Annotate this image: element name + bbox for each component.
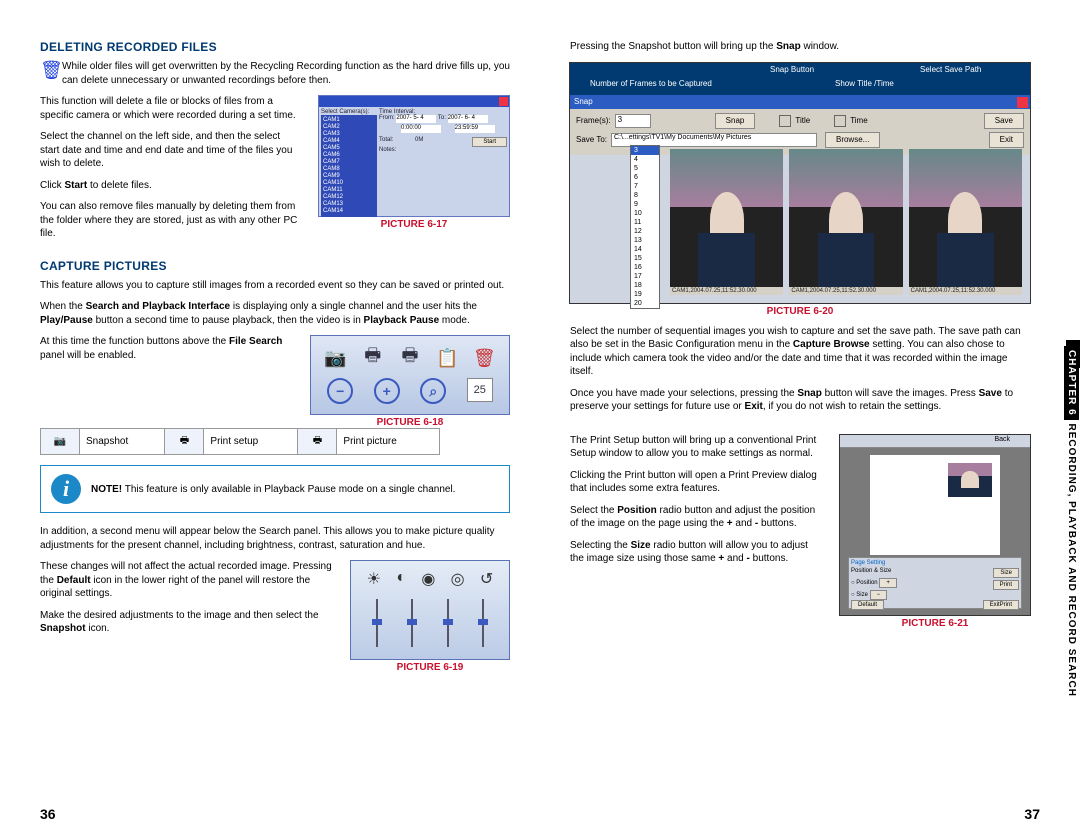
camera-icon: 📷	[54, 436, 66, 447]
icon-legend-table: 📷 Snapshot 🖶 Print setup 🖶 Print picture	[40, 428, 440, 455]
close-icon[interactable]	[499, 97, 508, 106]
close-icon[interactable]	[1017, 97, 1028, 108]
saturation-slider[interactable]	[447, 599, 449, 647]
info-icon: i	[51, 474, 81, 504]
browse-button[interactable]: Browse...	[825, 132, 880, 148]
from-date[interactable]: 2007- 5- 4	[396, 115, 436, 123]
snap-button[interactable]: Snap	[715, 113, 756, 129]
figure-6-17: Select Camera(s): CAM1CAM2CAM3CAM4CAM5CA…	[318, 95, 510, 249]
magnifier-icon[interactable]: ⌕	[420, 378, 446, 404]
para: The Print Setup button will bring up a c…	[570, 434, 824, 461]
start-button[interactable]: Start	[472, 137, 507, 147]
to-date[interactable]: 2007- 6- 4	[448, 115, 488, 123]
para: This feature allows you to capture still…	[40, 279, 510, 293]
para: While older files will get overwritten b…	[62, 60, 510, 87]
title-checkbox[interactable]	[779, 115, 791, 127]
saturation-icon[interactable]: ◉	[421, 569, 435, 589]
figure-6-20: Snap Button Select Save Path Number of F…	[570, 62, 1030, 317]
figure-6-21: Back Page Setting Position & Size Size ○…	[840, 434, 1030, 629]
para: These changes will not affect the actual…	[40, 560, 334, 601]
para: Clicking the Print button will open a Pr…	[570, 469, 824, 496]
para: In addition, a second menu will appear b…	[40, 525, 510, 552]
para: Selecting the Size radio button will all…	[570, 539, 824, 566]
contrast-slider[interactable]	[411, 599, 413, 647]
para: Select the Position radio button and adj…	[570, 504, 824, 531]
exit-print-button[interactable]: ExitPrint	[983, 600, 1019, 610]
camera-list[interactable]: CAM1CAM2CAM3CAM4CAM5CAM6CAM7CAM8CAM9CAM1…	[321, 115, 377, 217]
para: At this time the function buttons above …	[40, 335, 294, 362]
para: You can also remove files manually by de…	[40, 200, 302, 241]
para: Make the desired adjustments to the imag…	[40, 609, 334, 636]
trash-icon[interactable]: 🗑	[471, 346, 497, 370]
size-radio[interactable]: Size	[993, 568, 1019, 578]
page-number: 36	[40, 806, 56, 822]
caption-6-21: PICTURE 6-21	[902, 618, 969, 629]
default-button[interactable]: Default	[851, 600, 884, 610]
thumbnail: CAM1,2004.07.25,11:52.30.000	[909, 149, 1022, 295]
para: Select the number of sequential images y…	[570, 325, 1030, 379]
caption-6-17: PICTURE 6-17	[381, 219, 448, 230]
time-checkbox[interactable]	[834, 115, 846, 127]
print-button[interactable]: Print	[993, 580, 1019, 590]
page-number: 37	[1024, 806, 1040, 822]
contrast-icon[interactable]: ◐	[396, 569, 406, 589]
trash-icon: 🗑	[40, 60, 58, 84]
printer-icon[interactable]: 🖶	[360, 346, 386, 370]
note-box: i NOTE! This feature is only available i…	[40, 465, 510, 513]
figure-6-18: 📷 🖶 🖶 📋 🗑 − + ⌕ 25 PICTURE 6-18	[310, 335, 510, 428]
caption-6-20: PICTURE 6-20	[767, 306, 834, 317]
printer-icon: 🖶	[180, 435, 189, 446]
caption-6-18: PICTURE 6-18	[377, 417, 444, 428]
position-radio[interactable]: Position	[856, 580, 877, 586]
printer-icon: 🖶	[313, 435, 322, 446]
brightness-slider[interactable]	[376, 599, 378, 647]
para: When the Search and Playback Interface i…	[40, 300, 510, 327]
thumbnail: CAM1,2004.07.25,11:52.30.000	[789, 149, 902, 295]
brightness-icon[interactable]: ☀	[367, 569, 381, 589]
zoom-out-icon[interactable]: −	[327, 378, 353, 404]
heading-capture: CAPTURE PICTURES	[40, 259, 510, 273]
default-icon[interactable]: ↺	[480, 569, 493, 589]
zoom-in-icon[interactable]: +	[374, 378, 400, 404]
hue-icon[interactable]: ◎	[451, 569, 465, 589]
para: Once you have made your selections, pres…	[570, 387, 1030, 414]
chapter-tab: CHAPTER 6 RECORDING, PLAYBACK AND RECORD…	[1063, 340, 1080, 703]
exit-button[interactable]: Exit	[989, 132, 1024, 148]
date-box[interactable]: 25	[467, 378, 493, 402]
save-button[interactable]: Save	[984, 113, 1024, 129]
right-page: Pressing the Snapshot button will bring …	[540, 0, 1080, 834]
thumbnail: CAM1,2004.07.25,11:52.30.000	[670, 149, 783, 295]
para: Click Start to delete files.	[40, 179, 302, 193]
frames-input[interactable]: 3	[615, 114, 651, 128]
para: This function will delete a file or bloc…	[40, 95, 302, 122]
hue-slider[interactable]	[482, 599, 484, 647]
para: Pressing the Snapshot button will bring …	[570, 40, 1030, 54]
figure-6-19: ☀ ◐ ◉ ◎ ↺ PICTURE 6-19	[350, 560, 510, 673]
left-page: DELETING RECORDED FILES 🗑 While older fi…	[0, 0, 540, 834]
paste-icon[interactable]: 📋	[434, 346, 460, 370]
page-spread: DELETING RECORDED FILES 🗑 While older fi…	[0, 0, 1080, 834]
frames-dropdown[interactable]: 3 4567891011121314151617181920	[630, 145, 660, 309]
para: Select the channel on the left side, and…	[40, 130, 302, 171]
printer-icon[interactable]: 🖶	[397, 346, 423, 370]
camera-icon[interactable]: 📷	[323, 346, 349, 370]
heading-deleting: DELETING RECORDED FILES	[40, 40, 510, 54]
caption-6-19: PICTURE 6-19	[397, 662, 464, 673]
